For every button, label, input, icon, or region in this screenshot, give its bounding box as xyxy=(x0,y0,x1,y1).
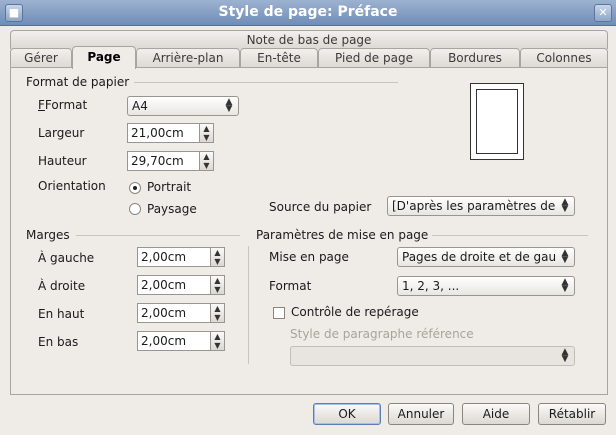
width-label: Largeur xyxy=(38,126,85,140)
orientation-label: Orientation xyxy=(38,179,106,193)
margin-top-label: En haut xyxy=(38,307,85,321)
page-preview xyxy=(470,83,524,160)
ok-button[interactable]: OK xyxy=(313,403,381,425)
divider xyxy=(432,235,588,236)
cancel-button[interactable]: Annuler xyxy=(388,403,454,425)
numbering-format-label: Format xyxy=(269,279,312,293)
tab-page[interactable]: Page xyxy=(72,46,136,69)
margin-bottom-input[interactable]: 2,00cm xyxy=(137,331,211,351)
margin-top-input[interactable]: 2,00cm xyxy=(137,303,211,323)
height-label: Hauteur xyxy=(38,154,87,168)
landscape-label[interactable]: Paysage xyxy=(147,202,197,216)
window-title: Style de page: Préface xyxy=(218,4,398,20)
chevron-updown-icon: ▲ ▼ xyxy=(561,197,569,214)
page-layout-label: Mise en page xyxy=(269,250,349,264)
divider xyxy=(134,82,398,83)
reference-style-label: Style de paragraphe référence xyxy=(290,327,474,341)
divider xyxy=(76,235,240,236)
tab-arriere-plan[interactable]: Arrière-plan xyxy=(136,48,240,68)
tab-colonnes[interactable]: Colonnes xyxy=(520,48,608,68)
tab-gerer[interactable]: Gérer xyxy=(10,48,72,68)
vertical-divider xyxy=(248,246,249,364)
page-preview-margin xyxy=(476,89,518,154)
section-margins: Marges xyxy=(26,228,70,242)
section-layout-settings: Paramètres de mise en page xyxy=(256,228,429,242)
paper-source-select[interactable]: [D'après les paramètres de ▲ ▼ xyxy=(387,196,575,216)
title-bar: ■ Style de page: Préface ✕ xyxy=(0,0,616,26)
landscape-radio[interactable] xyxy=(129,203,141,215)
margin-bottom-stepper[interactable]: ▲ ▼ xyxy=(211,331,225,351)
tab-pied-de-page[interactable]: Pied de page xyxy=(318,48,430,68)
register-true-label[interactable]: Contrôle de repérage xyxy=(291,305,419,319)
format-label: FFormat xyxy=(38,98,88,112)
chevron-updown-icon: ▲ ▼ xyxy=(561,347,569,364)
margin-left-stepper[interactable]: ▲ ▼ xyxy=(211,247,225,267)
portrait-label[interactable]: Portrait xyxy=(147,180,191,194)
height-input[interactable]: 29,70cm xyxy=(127,151,200,171)
numbering-format-select[interactable]: 1, 2, 3, ... ▲ ▼ xyxy=(397,276,575,296)
width-stepper[interactable]: ▲ ▼ xyxy=(200,123,214,143)
margin-right-label: À droite xyxy=(38,279,86,293)
margin-right-input[interactable]: 2,00cm xyxy=(137,275,211,295)
chevron-updown-icon: ▲ ▼ xyxy=(225,97,233,114)
tab-bordures[interactable]: Bordures xyxy=(430,48,520,68)
section-paper-format: Format de papier xyxy=(26,75,130,89)
margin-right-stepper[interactable]: ▲ ▼ xyxy=(211,275,225,295)
paper-source-label: Source du papier xyxy=(269,200,372,214)
margin-left-label: À gauche xyxy=(38,251,95,265)
chevron-updown-icon: ▲ ▼ xyxy=(561,248,569,265)
width-input[interactable]: 21,00cm xyxy=(127,123,200,143)
format-select[interactable]: A4 ▲ ▼ xyxy=(127,96,239,116)
height-stepper[interactable]: ▲ ▼ xyxy=(200,151,214,171)
reference-style-select[interactable]: ▲ ▼ xyxy=(290,346,575,366)
help-button[interactable]: Aide xyxy=(462,403,530,425)
margin-left-input[interactable]: 2,00cm xyxy=(137,247,211,267)
reset-button[interactable]: Rétablir xyxy=(538,403,606,425)
margin-bottom-label: En bas xyxy=(38,335,79,349)
close-icon[interactable]: ✕ xyxy=(594,4,612,22)
register-true-checkbox[interactable] xyxy=(273,307,285,319)
tab-en-tete[interactable]: En-tête xyxy=(240,48,318,68)
portrait-radio[interactable] xyxy=(129,182,141,194)
chevron-updown-icon: ▲ ▼ xyxy=(561,277,569,294)
margin-top-stepper[interactable]: ▲ ▼ xyxy=(211,303,225,323)
page-layout-select[interactable]: Pages de droite et de gau ▲ ▼ xyxy=(397,247,575,267)
